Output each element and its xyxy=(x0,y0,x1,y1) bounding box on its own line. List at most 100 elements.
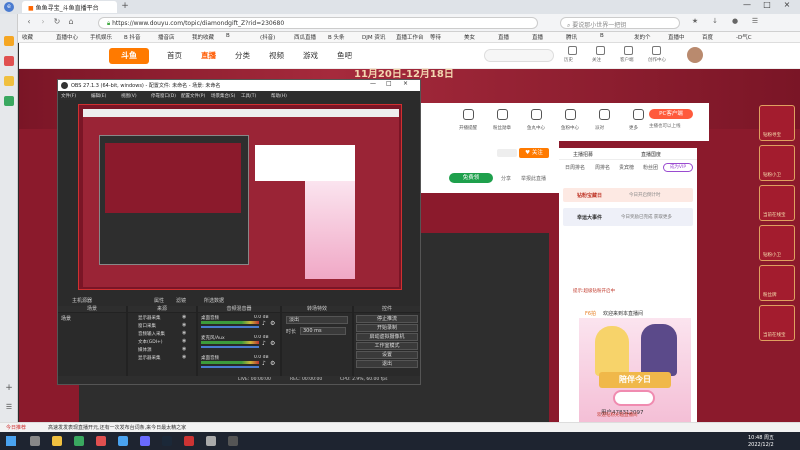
bookmark-item[interactable]: 直播中心 xyxy=(56,33,78,41)
extension-icon[interactable]: ★ xyxy=(690,18,700,25)
header-icon[interactable] xyxy=(624,46,633,55)
speaker-icon[interactable]: ♪ xyxy=(262,341,266,347)
rank-tab-3[interactable]: 粉丝团 xyxy=(643,164,658,171)
bookmark-item[interactable]: 直播工作台 xyxy=(396,33,424,41)
side-badge[interactable]: 钻粉寻宝 xyxy=(759,105,795,141)
account-icon[interactable]: ● xyxy=(730,18,740,25)
maximize-icon[interactable]: □ xyxy=(760,1,774,9)
eye-icon[interactable]: ◉ xyxy=(182,323,186,328)
source-item[interactable]: 音频输入采集 xyxy=(138,331,180,337)
bookmark-item[interactable]: 手机娱乐 xyxy=(90,33,112,41)
taskbar-app-icon[interactable] xyxy=(74,436,84,446)
taskbar-app-icon[interactable] xyxy=(118,436,128,446)
bookmark-item[interactable]: (抖音) xyxy=(260,33,275,41)
mail-icon[interactable] xyxy=(4,96,14,106)
eye-icon[interactable]: ◉ xyxy=(182,315,186,320)
eye-icon[interactable]: ◉ xyxy=(182,339,186,344)
source-item[interactable]: 显示器采集 xyxy=(138,355,180,361)
toolbar-icon[interactable] xyxy=(531,109,542,120)
bookmark-item[interactable]: 播音店 xyxy=(158,33,175,41)
taskbar-app-icon[interactable] xyxy=(52,436,62,446)
obs-minimize-icon[interactable]: — xyxy=(370,81,376,87)
obs-menu-item[interactable]: 编辑(E) xyxy=(91,93,106,99)
taskbar-app-icon[interactable] xyxy=(140,436,150,446)
bookmark-item[interactable]: B 头条 xyxy=(328,33,345,41)
bookmark-item[interactable]: 美女 xyxy=(464,33,475,41)
rank-tab-2[interactable]: 贵宾榜 xyxy=(619,164,634,171)
nav-item[interactable]: 游戏 xyxy=(303,50,318,61)
obs-menu-item[interactable]: 视图(V) xyxy=(121,93,137,99)
speaker-icon[interactable]: ♪ xyxy=(262,361,266,367)
clock-time[interactable]: 10:48 周五 xyxy=(748,434,774,441)
obs-menu-item[interactable]: 帮助(H) xyxy=(271,93,287,99)
side-badge[interactable]: 当前在线宝 xyxy=(759,185,795,221)
header-icon[interactable] xyxy=(652,46,661,55)
bookmark-item[interactable]: 直播 xyxy=(532,33,543,41)
bookmark-item[interactable]: -D气C xyxy=(736,33,752,41)
volume-slider[interactable] xyxy=(201,366,259,368)
taskbar-app-icon[interactable] xyxy=(184,436,194,446)
favorites-icon[interactable] xyxy=(4,36,14,46)
header-icon[interactable] xyxy=(568,46,577,55)
bookmark-item[interactable]: 腾讯 xyxy=(566,33,577,41)
avatar[interactable] xyxy=(687,47,703,63)
source-item[interactable]: 文本(GDI+) xyxy=(138,339,180,345)
taskbar-app-icon[interactable] xyxy=(96,436,106,446)
bookmark-item[interactable]: 百度 xyxy=(702,33,713,41)
clock-date[interactable]: 2022/12/2 xyxy=(748,442,774,448)
url-field[interactable]: 🔒︎ https://www.douyu.com/topic/diamondgi… xyxy=(98,17,538,29)
follow-button[interactable]: ♥ 关注 xyxy=(519,148,549,158)
obs-control-button[interactable]: 停止推流 xyxy=(356,315,418,323)
minimize-icon[interactable]: — xyxy=(740,1,754,9)
nav-item[interactable]: 直播 xyxy=(201,50,216,61)
chest-banner[interactable]: 钻粉宝藏日 今日开启倒计时 xyxy=(563,188,693,202)
browser-menu-icon[interactable]: e xyxy=(4,2,14,12)
bookmark-item[interactable]: 直播 xyxy=(498,33,509,41)
side-badge[interactable]: 钻粉小卫 xyxy=(759,145,795,181)
eye-icon[interactable]: ◉ xyxy=(182,331,186,336)
eye-icon[interactable]: ◉ xyxy=(182,355,186,360)
toolbar-icon[interactable] xyxy=(463,109,474,120)
bookmark-item[interactable]: 我的收藏 xyxy=(192,33,214,41)
eye-icon[interactable]: ◉ xyxy=(182,347,186,352)
obs-menu-item[interactable]: 配置文件(P) xyxy=(181,93,205,99)
report-link[interactable]: 举报此直播 xyxy=(521,175,546,182)
bookmark-item[interactable]: 发的个 xyxy=(634,33,651,41)
duration-field[interactable]: 300 ms xyxy=(300,327,346,335)
gear-icon[interactable]: ⚙ xyxy=(270,361,275,367)
obs-control-button[interactable]: 设置 xyxy=(356,351,418,359)
scene-item[interactable]: 场景 xyxy=(61,315,71,322)
rank-tab-0[interactable]: 日周排名 xyxy=(565,164,585,171)
event-row[interactable]: 幸运大事件 今日奖励已完成 获取更多 xyxy=(563,208,693,226)
filters-button[interactable]: 滤镜 xyxy=(176,297,186,304)
transition-select[interactable]: 淡出 xyxy=(286,316,348,324)
start-icon[interactable] xyxy=(6,436,16,446)
tab-kingdom[interactable]: 直播国度 xyxy=(641,151,661,158)
settings-icon[interactable]: ☰ xyxy=(750,18,760,25)
toolbar-icon[interactable] xyxy=(565,109,576,120)
toolbar-icon[interactable] xyxy=(633,109,644,120)
nav-item[interactable]: 鱼吧 xyxy=(337,50,352,61)
taskbar-app-icon[interactable] xyxy=(162,436,172,446)
games-icon[interactable] xyxy=(4,56,14,66)
speaker-icon[interactable]: ♪ xyxy=(262,321,266,327)
source-item[interactable]: 窗口采集 xyxy=(138,323,180,329)
tab-recruit[interactable]: 主播招募 xyxy=(573,151,593,158)
nav-item[interactable]: 分类 xyxy=(235,50,250,61)
obs-control-button[interactable]: 启动虚拟摄像机 xyxy=(356,333,418,341)
source-item[interactable]: 显示器采集 xyxy=(138,315,180,321)
obs-menu-item[interactable]: 场景集合(S) xyxy=(211,93,235,99)
free-button[interactable]: 免费领 xyxy=(449,173,493,183)
pc-client-button[interactable]: PC客户端 xyxy=(649,109,693,119)
bookmark-item[interactable]: DJM 资讯 xyxy=(362,33,385,41)
obs-control-button[interactable]: 工作室模式 xyxy=(356,342,418,350)
bookmark-item[interactable]: B 抖音 xyxy=(124,33,141,41)
volume-slider[interactable] xyxy=(201,326,259,328)
volume-slider[interactable] xyxy=(201,346,259,348)
taskbar-app-icon[interactable] xyxy=(228,436,238,446)
obs-close-icon[interactable]: × xyxy=(403,81,408,87)
rank-tab-1[interactable]: 周排名 xyxy=(595,164,610,171)
header-icon[interactable] xyxy=(596,46,605,55)
toolbar-icon[interactable] xyxy=(599,109,610,120)
taskbar-app-icon[interactable] xyxy=(206,436,216,446)
